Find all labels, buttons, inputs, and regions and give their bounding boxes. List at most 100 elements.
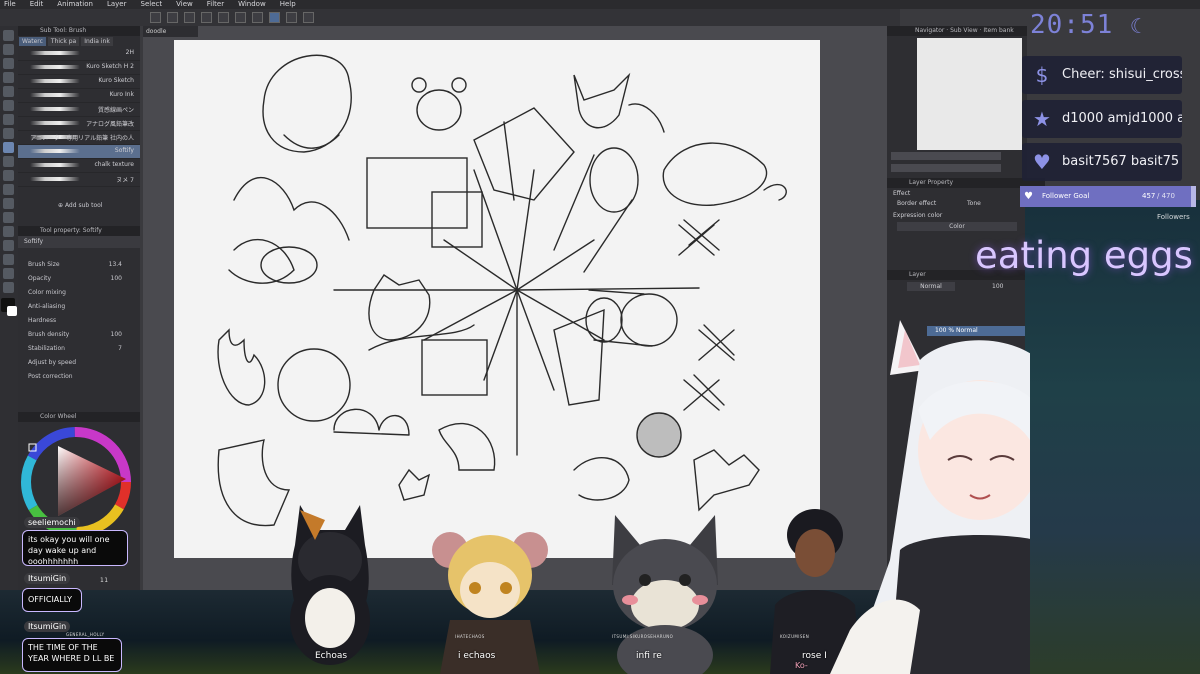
property-row[interactable]: Anti-aliasing — [18, 300, 140, 314]
brush-item[interactable]: Kuro Sketch H 2 — [18, 61, 140, 75]
brush-name: Kuro Ink — [109, 91, 134, 98]
chat-username: ItsumiGin — [24, 573, 71, 584]
zoom-tool-icon[interactable] — [3, 30, 14, 41]
move-tool-icon[interactable] — [3, 44, 14, 55]
property-value[interactable]: 13.4 — [109, 258, 122, 272]
brush-item[interactable]: アナログ風鉛筆改 — [18, 117, 140, 131]
grid-icon[interactable] — [303, 12, 314, 23]
menu-filter[interactable]: Filter — [207, 0, 224, 9]
snap-icon[interactable] — [235, 12, 246, 23]
clear-icon[interactable] — [150, 12, 161, 23]
select-icon[interactable] — [218, 12, 229, 23]
pencil-tool-icon[interactable] — [3, 114, 14, 125]
color-wheel-header: Color Wheel — [18, 412, 140, 422]
tool-strip — [0, 26, 18, 591]
follower-goal-total: / 470 Followers — [1157, 192, 1190, 221]
property-value[interactable]: 100 — [111, 272, 122, 286]
menu-view[interactable]: View — [176, 0, 193, 9]
property-row[interactable]: Hardness — [18, 314, 140, 328]
border-effect-button[interactable]: Border effect — [897, 200, 936, 207]
frame-tool-icon[interactable] — [3, 212, 14, 223]
brush-list: 2H Kuro Sketch H 2 Kuro Sketch Kuro Ink 質感線画… — [18, 47, 140, 187]
figure-tool-icon[interactable] — [3, 198, 14, 209]
transform-icon[interactable] — [201, 12, 212, 23]
brush-stroke-preview — [30, 149, 80, 153]
ruler-icon[interactable] — [252, 12, 263, 23]
general-holly-label: GENERAL_HOLLY — [66, 632, 105, 637]
property-row[interactable]: Color mixing — [18, 286, 140, 300]
navigator-zoom-slider[interactable] — [891, 152, 1001, 160]
fill-icon[interactable] — [167, 12, 178, 23]
menu-animation[interactable]: Animation — [57, 0, 93, 9]
effect-label: Effect — [893, 190, 911, 197]
property-value[interactable]: 100 — [111, 328, 122, 342]
property-row[interactable]: Opacity 100 — [18, 272, 140, 286]
subtool-tab-watercolor[interactable]: Waterc — [19, 37, 46, 46]
document-tab[interactable]: doodle — [143, 26, 198, 37]
avatar-name-rose: rose I — [802, 651, 827, 661]
eyedropper-tool-icon[interactable] — [3, 86, 14, 97]
property-value[interactable]: 7 — [118, 342, 122, 356]
brush-stroke-preview — [30, 107, 80, 111]
clock-time: 20:51 — [1030, 10, 1114, 40]
ruler-snap-icon[interactable] — [286, 12, 297, 23]
brush-item[interactable]: Kuro Ink — [18, 89, 140, 103]
navigator-preview[interactable] — [917, 38, 1022, 150]
sub-view-tab[interactable]: Sub View — [950, 27, 978, 34]
expression-color-select[interactable]: Color — [897, 222, 1017, 231]
menu-select[interactable]: Select — [141, 0, 163, 9]
gradient-tool-icon[interactable] — [3, 184, 14, 195]
property-row[interactable]: Post correction — [18, 370, 140, 384]
brush-item[interactable]: 2H — [18, 47, 140, 61]
eraser-tool-icon[interactable] — [3, 156, 14, 167]
property-label: Brush density — [28, 331, 70, 338]
brush-item[interactable]: 質感線画ペン — [18, 103, 140, 117]
blend-tool-icon[interactable] — [3, 142, 14, 153]
brush-item[interactable]: ヌメ 7 — [18, 173, 140, 187]
drawing-canvas[interactable] — [174, 40, 820, 558]
blend-mode-select[interactable]: Normal — [907, 282, 955, 291]
sub-color-icon[interactable] — [7, 306, 17, 316]
navigator-tab[interactable]: Navigator — [915, 27, 944, 34]
add-subtool-button[interactable]: ⊕ Add sub tool — [58, 202, 102, 209]
tone-button[interactable]: Tone — [967, 200, 981, 207]
ruler-tool-icon[interactable] — [3, 226, 14, 237]
alert-cheer: $ Cheer: shisui_cross — [1022, 56, 1182, 94]
property-row[interactable]: Stabilization 7 — [18, 342, 140, 356]
brush-stroke-preview — [30, 163, 80, 167]
property-row[interactable]: Brush density 100 — [18, 328, 140, 342]
balloon-tool-icon[interactable] — [3, 254, 14, 265]
correct-line-tool-icon[interactable] — [3, 268, 14, 279]
brush-item[interactable]: Softify — [18, 145, 140, 159]
brush-item[interactable]: Kuro Sketch — [18, 75, 140, 89]
tool-property-name: Softify — [18, 236, 140, 248]
subtool-tab-india-ink[interactable]: India ink — [81, 37, 113, 46]
brush-item[interactable]: アニメーター専用リアル鉛筆 社内の人 — [18, 131, 140, 145]
brush-name: Kuro Sketch — [98, 77, 134, 84]
brush-tool-icon[interactable] — [3, 128, 14, 139]
hand-tool-icon[interactable] — [3, 282, 14, 293]
menu-help[interactable]: Help — [280, 0, 296, 9]
property-row[interactable]: Brush Size 13.4 — [18, 258, 140, 272]
wand-tool-icon[interactable] — [3, 72, 14, 83]
select-tool-icon[interactable] — [3, 58, 14, 69]
subtool-tab-thick-paint[interactable]: Thick pa — [47, 37, 80, 46]
navigator-rotate-slider[interactable] — [891, 164, 1001, 172]
fill-tool-icon[interactable] — [3, 170, 14, 181]
property-label: Adjust by speed — [28, 359, 77, 366]
menu-window[interactable]: Window — [238, 0, 266, 9]
layer-opacity-value[interactable]: 100 — [992, 282, 1022, 291]
brush-item[interactable]: chalk texture — [18, 159, 140, 173]
text-tool-icon[interactable] — [3, 240, 14, 251]
stream-status-text: eating eggs — [975, 234, 1193, 277]
menu-edit[interactable]: Edit — [30, 0, 44, 9]
property-row[interactable]: Adjust by speed — [18, 356, 140, 370]
pen-tool-icon[interactable] — [3, 100, 14, 111]
menu-file[interactable]: File — [4, 0, 16, 9]
item-bank-tab[interactable]: Item bank — [983, 27, 1013, 34]
navigator-header: Navigator · Sub View · Item bank — [887, 26, 1027, 36]
follower-goal-current: 457 — [1142, 192, 1156, 200]
menu-layer[interactable]: Layer — [107, 0, 127, 9]
settings-icon[interactable] — [184, 12, 195, 23]
pen-snap-icon[interactable] — [269, 12, 280, 23]
